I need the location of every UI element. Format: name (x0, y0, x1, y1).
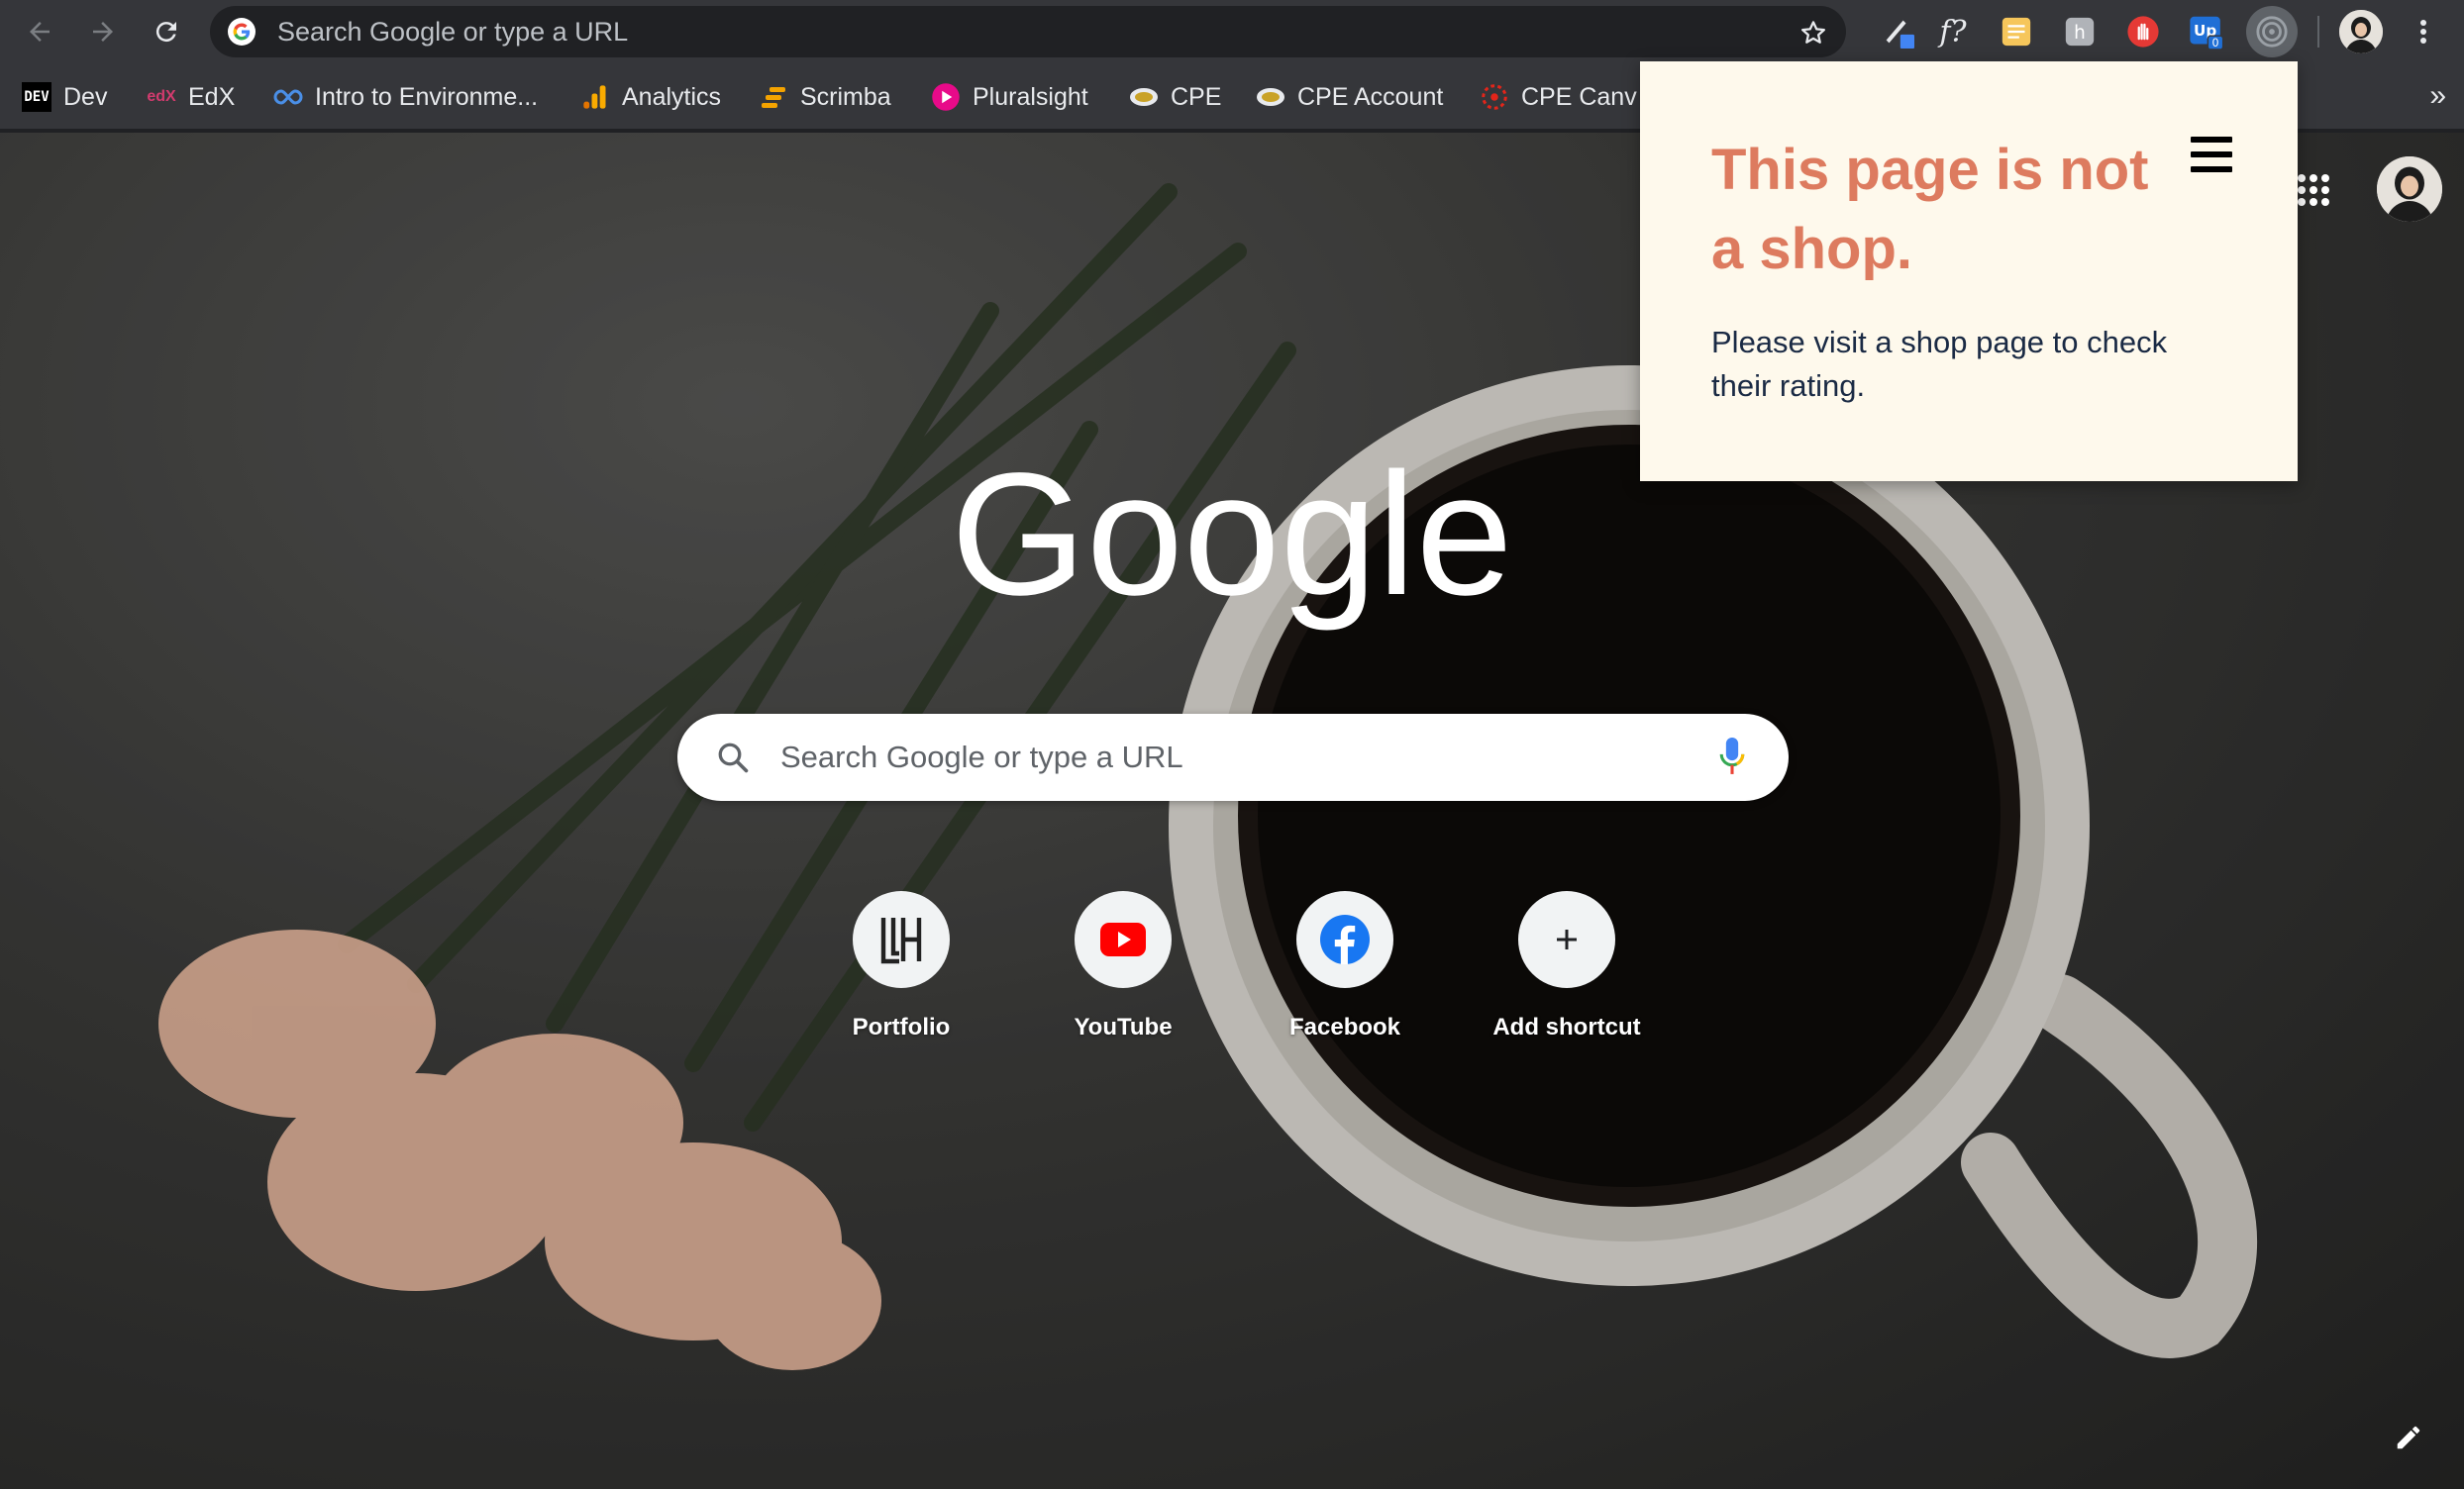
back-button[interactable] (20, 12, 59, 51)
arrow-right-icon (93, 22, 113, 42)
shop-rating-extension-icon[interactable] (2246, 6, 2298, 57)
bookmark-pluralsight[interactable]: Pluralsight (931, 77, 1088, 117)
google-apps-icon[interactable] (2294, 170, 2333, 210)
hackmd-extension-icon[interactable]: h (2062, 14, 2098, 50)
newtab-search-box[interactable]: Search Google or type a URL (677, 714, 1789, 801)
infinity-icon (273, 82, 303, 112)
extension-popup: This page is not a shop. Please visit a … (1640, 61, 2298, 481)
facebook-icon (1296, 891, 1393, 988)
pencil-icon (2397, 1426, 2420, 1449)
pen-extension-icon[interactable] (1880, 14, 1915, 50)
shortcut-label: Facebook (1288, 1014, 1401, 1041)
cpe-icon (1129, 82, 1159, 112)
bookmark-edx[interactable]: edX EdX (147, 77, 235, 117)
formula-extension-icon[interactable]: f? (1935, 14, 1971, 50)
shortcut-portfolio[interactable]: Portfolio (802, 891, 1000, 1042)
dev-icon: DEV (22, 82, 51, 112)
search-input[interactable]: Search Google or type a URL (780, 714, 1183, 801)
shortcut-label: Add shortcut (1492, 1014, 1641, 1041)
stop-hand-extension-icon[interactable] (2125, 14, 2161, 50)
plus-icon (1518, 891, 1615, 988)
microphone-icon[interactable] (1719, 738, 1745, 777)
bookmark-cpe-canvas[interactable]: CPE Canv (1480, 77, 1637, 117)
bookmark-dev[interactable]: DEV Dev (22, 77, 107, 117)
chrome-menu-button[interactable] (2409, 16, 2438, 48)
shortcut-label: Portfolio (852, 1014, 951, 1041)
arrow-left-icon (30, 22, 50, 42)
account-avatar[interactable] (2377, 156, 2442, 222)
bookmark-intro-env[interactable]: Intro to Environme... (273, 77, 538, 117)
extension-badge: 0 (2211, 37, 2218, 50)
youtube-icon (1075, 891, 1172, 988)
shortcut-add[interactable]: Add shortcut (1468, 891, 1666, 1042)
canvas-icon (1480, 82, 1509, 112)
pluralsight-icon (931, 82, 961, 112)
unpaywall-extension-icon[interactable]: Up 0 (2189, 14, 2224, 50)
browser-toolbar: Search Google or type a URL f? h Up 0 (0, 0, 2464, 63)
profile-avatar[interactable] (2339, 10, 2383, 53)
person-avatar-icon (2339, 10, 2383, 53)
omnibox-text: Search Google or type a URL (277, 17, 629, 47)
shortcut-label: YouTube (1074, 1014, 1173, 1041)
bookmark-scrimba[interactable]: Scrimba (759, 77, 891, 117)
reload-button[interactable] (147, 12, 186, 51)
person-avatar-icon (2377, 156, 2442, 222)
edx-icon: edX (147, 88, 176, 105)
analytics-icon (580, 82, 610, 112)
google-logo: Google (951, 438, 1505, 632)
toolbar-divider (2317, 16, 2319, 48)
bookmark-cpe[interactable]: CPE (1129, 77, 1221, 117)
customize-button[interactable] (2387, 1416, 2430, 1459)
search-icon (718, 743, 749, 773)
shortcut-facebook[interactable]: Facebook (1246, 891, 1444, 1042)
star-icon[interactable] (1798, 18, 1828, 48)
bookmark-cpe-account[interactable]: CPE Account (1256, 77, 1443, 117)
popup-title: This page is not a shop. (1711, 138, 2149, 281)
bookmark-analytics[interactable]: Analytics (580, 77, 721, 117)
shortcut-youtube[interactable]: YouTube (1024, 891, 1222, 1042)
google-g-icon (228, 18, 256, 46)
popup-message: Please visit a shop page to check their … (1711, 325, 2168, 403)
svg-text:h: h (2074, 23, 2086, 44)
bookmarks-overflow-button[interactable]: » (2429, 79, 2446, 113)
portfolio-lh-icon (853, 891, 950, 988)
scrimba-icon (759, 82, 788, 112)
reload-icon (155, 22, 176, 43)
omnibox[interactable]: Search Google or type a URL (210, 6, 1846, 57)
notes-extension-icon[interactable] (1999, 14, 2034, 50)
svg-text:Google: Google (951, 438, 1505, 632)
forward-button[interactable] (83, 12, 123, 51)
cpe-icon (1256, 82, 1285, 112)
hamburger-menu-icon[interactable] (2191, 137, 2232, 172)
